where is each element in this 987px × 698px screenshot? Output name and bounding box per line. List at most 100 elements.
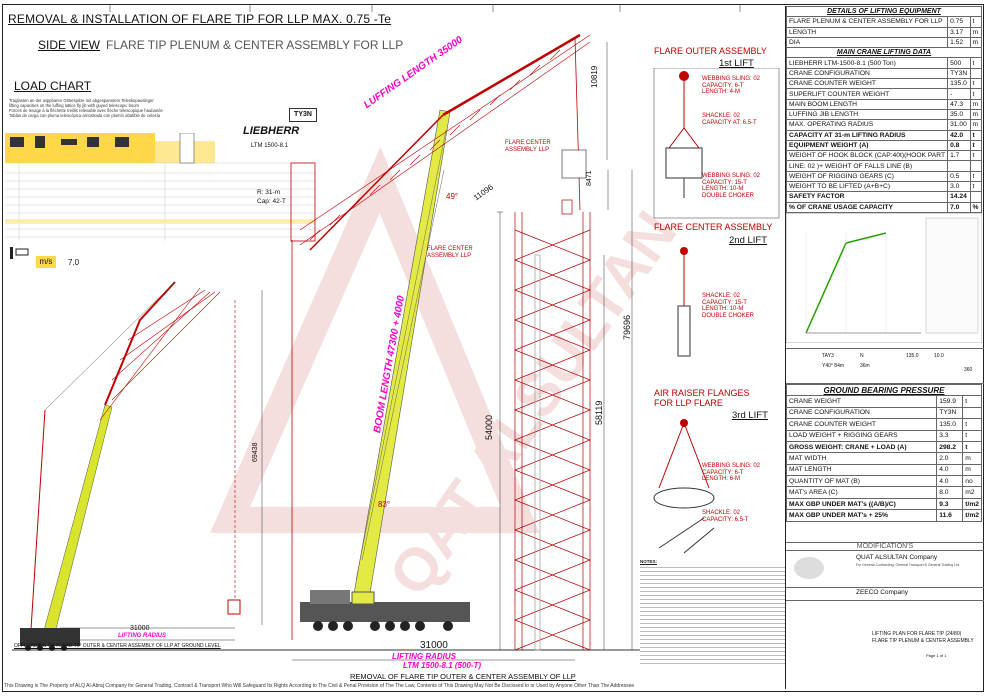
gbp-value: 11.6: [936, 509, 964, 522]
gbp-unit: m: [962, 452, 982, 465]
crane-data-label: MAIN BOOM LENGTH: [785, 98, 949, 110]
lift3-sling-len: LENGTH: 6-M: [702, 476, 741, 482]
equipment-row: FLARE PLENUM & CENTER ASSEMBLY FOR LLP 0.…: [785, 16, 983, 28]
gbp-unit: m: [962, 463, 982, 477]
crane-data-label: LIEBHERR LTM-1500-8.1 (500 Ton): [785, 57, 949, 69]
gbp-unit: t: [962, 440, 982, 454]
dim-58119: 58119: [594, 400, 604, 425]
gbp-unit: [962, 406, 982, 420]
lift2-name: FLARE CENTER ASSEMBLY: [654, 222, 773, 232]
gbp-label: GROSS WEIGHT: CRANE + LOAD (A): [785, 440, 938, 454]
crane-data-value: 7.0: [947, 201, 971, 213]
lift1-shackle-cap: CAPACITY AT: 6.5-T: [702, 119, 757, 126]
crane-data-unit: [969, 160, 983, 172]
crane-data-unit: t: [969, 88, 983, 100]
drawing-title-2: FLARE TIP PLENUM & CENTER ASSEMBLY: [872, 637, 974, 644]
ground-pressure-heading: GROUND BEARING PRESSURE: [786, 383, 982, 397]
lift1-sling-len: LENGTH: 4-M: [702, 89, 741, 95]
company-block: QUAT ALSULTAN Company For General Contra…: [786, 551, 984, 588]
lift1-sling2: WEBBING SLING: 02 CAPACITY: 15-T LENGTH: 1…: [702, 173, 760, 199]
crane-data-unit: t: [969, 57, 983, 69]
lift3-sketch: [653, 419, 715, 554]
angle-83: 83°: [378, 500, 391, 509]
crane-model-label: LTM 1500-8.1 (500-T): [403, 661, 482, 670]
crane-data-label: CRANE CONFIGURATION: [785, 67, 949, 80]
gbp-value: TY3N: [936, 406, 964, 420]
gbp-row: QUANTITY OF MAT (B) 4.0 no: [785, 475, 982, 488]
crane-data-row: LINE: 02 )+ WEIGHT OF FALLS LINE (B): [785, 160, 983, 172]
drawing-title-block: LIFTING PLAN FOR FLARE TIP (24/80) FLARE…: [786, 601, 984, 661]
crane-data-label: CAPACITY AT 31-m LIFTING RADIUS: [785, 129, 949, 141]
crane-data-label: % OF CRANE USAGE CAPACITY: [785, 201, 949, 213]
gbp-unit: t: [962, 418, 982, 431]
gbp-unit: t: [962, 395, 982, 408]
crane-data-row: % OF CRANE USAGE CAPACITY 7.0%: [785, 201, 983, 213]
gbp-label: MAT's AREA (C): [785, 486, 938, 499]
crane-data-value: 35.0: [947, 108, 971, 121]
gbp-row: GROSS WEIGHT: CRANE + LOAD (A) 298.2 t: [785, 440, 982, 454]
crane-data-value: 3.0: [947, 181, 971, 193]
lift3-name: AIR RAISER FLANGES FOR LLP FLARE: [654, 388, 750, 408]
crane-data-value: [947, 160, 971, 172]
gbp-row: LOAD WEIGHT + RIGGING GEARS 3.3 t: [785, 429, 982, 442]
crane-data-label: WEIGHT TO BE LIFTED (A+B+C): [785, 181, 949, 193]
crane-data-row: WEIGHT OF HOOK BLOCK (CAP:40t)(HOOK PART…: [785, 150, 983, 162]
lift2-sling-type: DOUBLE CHOKER: [702, 312, 755, 319]
flare-center-label-1: FLARE CENTER ASSEMBLY LLP: [505, 140, 551, 153]
dim-31000-main: 31000: [420, 640, 448, 651]
lift1-sling-label: WEBBING SLING: 02: [702, 76, 761, 82]
crane-data-row: SAFETY FACTOR 14.24: [785, 191, 983, 203]
crane-data-label: LUFFING JIB LENGTH: [785, 108, 949, 121]
footer-text: This Drawing is The Property of ALQ Al-A…: [4, 683, 635, 689]
gbp-value: 9.3: [936, 497, 964, 511]
equipment-unit: m: [969, 36, 983, 49]
lic-chart: [785, 212, 983, 344]
crane-data-value: 14.24: [947, 191, 971, 203]
equipment-label: DIA: [785, 36, 949, 49]
crane-data-row: MAX. OPERATING RADIUS 31.00 m: [785, 119, 983, 131]
equipment-unit: t: [969, 16, 983, 28]
equipment-label: FLARE PLENUM & CENTER ASSEMBLY FOR LLP: [785, 16, 949, 28]
company-name: QUAT ALSULTAN Company: [856, 553, 938, 561]
lift3-shackle-cap: CAPACITY: 6.5-T: [702, 516, 749, 523]
crane-data-row: WEIGHT TO BE LIFTED (A+B+C) 3.0 t: [785, 181, 983, 193]
lic-deg: 10.0: [934, 352, 944, 359]
lift1-sling2-label: WEBBING SLING: 02: [702, 173, 761, 179]
angle-49: 49°: [446, 192, 459, 201]
crane-data-value: TY3N: [947, 67, 971, 80]
crane-data-label: EQUIPMENT WEIGHT (A): [785, 139, 949, 152]
bottom-title: REMOVAL OF FLARE TIP OUTER & CENTER ASSE…: [350, 672, 576, 681]
lifting-equipment-heading: DETAILS OF LIFTING EQUIPMENT: [786, 5, 982, 18]
gbp-label: MAT WIDTH: [785, 452, 938, 465]
crane-data-unit: %: [969, 201, 983, 213]
offloading-caption: OFFLOADING OF FLARE TIP OUTER & CENTER A…: [14, 643, 221, 649]
gbp-value: 135.0: [936, 418, 964, 431]
crane-data-label: SAFETY FACTOR: [785, 191, 949, 203]
crane-data-unit: m: [969, 119, 983, 131]
lift3-shackle: SHACKLE: 02 CAPACITY: 6.5-T: [702, 510, 749, 523]
equipment-value: 1.52: [947, 36, 971, 49]
lic-n: N: [860, 352, 864, 359]
crane-data-value: 0.5: [947, 170, 971, 183]
company-sub: For General Contracting, General Transpo…: [856, 562, 960, 567]
company-logo: [794, 556, 824, 579]
lift1-name: FLARE OUTER ASSEMBLY: [654, 46, 767, 56]
lift1-sling2-type: DOUBLE CHOKER: [702, 192, 755, 199]
crane-data-label: SUPERLIFT COUNTER WEIGHT: [785, 88, 949, 100]
gbp-unit: t/m2: [962, 509, 982, 522]
crane-data-value: 1.7: [947, 150, 971, 162]
equipment-value: 3.17: [947, 26, 971, 38]
page-number: Page 1 of 1: [926, 652, 947, 658]
flare-tower: [514, 199, 591, 651]
small-crane: [20, 281, 241, 651]
crane-data-value: 31.00: [947, 119, 971, 131]
client-block: ZEECO Company: [786, 588, 984, 601]
lift3-sling-label: WEBBING SLING: 02: [702, 463, 761, 469]
gbp-value: 8.0: [936, 486, 964, 499]
gbp-label: CRANE WEIGHT: [785, 395, 938, 408]
gbp-label: MAX GBP UNDER MAT's + 25%: [785, 509, 938, 522]
crane-data-unit: m: [969, 108, 983, 121]
crane-data-row: MAIN BOOM LENGTH 47.3 m: [785, 98, 983, 110]
lic-tay: TAY3: [822, 352, 834, 359]
modifications-header: MODIFICATION'S: [786, 541, 984, 551]
